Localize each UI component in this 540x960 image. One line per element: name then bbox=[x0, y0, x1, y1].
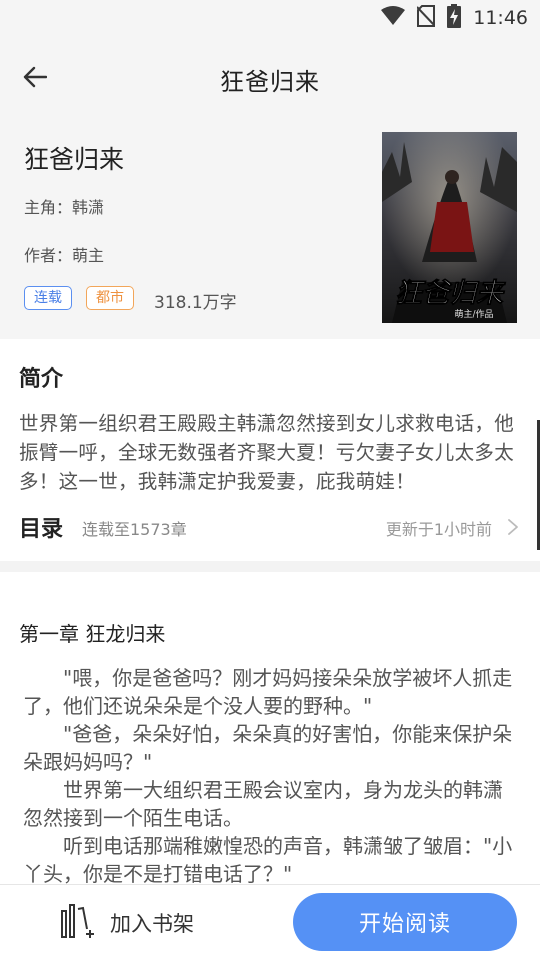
add-to-shelf-label: 加入书架 bbox=[110, 912, 194, 936]
book-author: 作者：萌主 bbox=[24, 246, 105, 265]
page-title: 狂爸归来 bbox=[220, 68, 320, 96]
chapter-preview: 第一章 狂龙归来 "喂，你是爸爸吗？刚才妈妈接朵朵放学被坏人抓走了，他们还说朵朵… bbox=[0, 572, 540, 884]
synopsis-heading: 简介 bbox=[19, 367, 64, 392]
cover-credit-art: 萌主/作品 bbox=[454, 308, 493, 320]
add-to-shelf-button[interactable]: 加入书架 bbox=[60, 901, 194, 945]
chapter-paragraph: "喂，你是爸爸吗？刚才妈妈接朵朵放学被坏人抓走了，他们还说朵朵是个没人要的野种。… bbox=[23, 666, 513, 718]
chapter-body: "喂，你是爸爸吗？刚才妈妈接朵朵放学被坏人抓走了，他们还说朵朵是个没人要的野种。… bbox=[23, 664, 520, 884]
toc-label: 目录 bbox=[19, 517, 64, 542]
status-bar: 11:46 bbox=[0, 0, 540, 36]
start-reading-button[interactable]: 开始阅读 bbox=[293, 893, 517, 951]
toc-update-time: 更新于1小时前 bbox=[385, 520, 492, 539]
chevron-right-icon bbox=[506, 517, 520, 537]
chapter-title: 第一章 狂龙归来 bbox=[19, 622, 166, 646]
word-count: 318.1万字 bbox=[154, 293, 237, 313]
book-title: 狂爸归来 bbox=[24, 145, 125, 174]
status-time: 11:46 bbox=[473, 7, 528, 29]
book-cover[interactable]: 狂爸归来 萌主/作品 bbox=[382, 132, 517, 323]
table-of-contents-row[interactable]: 目录 连载至1573章 更新于1小时前 bbox=[0, 507, 540, 547]
cover-title-art: 狂爸归来 bbox=[395, 278, 506, 309]
section-divider bbox=[0, 561, 540, 572]
status-icons: 11:46 bbox=[381, 4, 528, 32]
tag-genre: 都市 bbox=[86, 286, 134, 310]
toc-chapter-status: 连载至1573章 bbox=[82, 520, 187, 539]
book-protagonist: 主角：韩潇 bbox=[24, 198, 105, 217]
no-sim-icon bbox=[416, 5, 436, 31]
battery-charging-icon bbox=[447, 4, 462, 32]
synopsis-text: 世界第一组织君王殿殿主韩潇忽然接到女儿求救电话，他振臂一呼，全球无数强者齐聚大夏… bbox=[19, 412, 515, 493]
synopsis-section: 简介 世界第一组织君王殿殿主韩潇忽然接到女儿求救电话，他振臂一呼，全球无数强者齐… bbox=[0, 339, 540, 561]
chapter-paragraph: 听到电话那端稚嫩惶恐的声音，韩潇皱了皱眉："小丫头，你是不是打错电话了？" bbox=[23, 834, 513, 884]
bottom-action-bar: 加入书架 开始阅读 bbox=[0, 884, 540, 960]
chapter-paragraph: 世界第一大组织君王殿会议室内，身为龙头的韩潇忽然接到一个陌生电话。 bbox=[23, 778, 503, 830]
bookshelf-add-icon bbox=[60, 901, 96, 945]
chapter-paragraph: "爸爸，朵朵好怕，朵朵真的好害怕，你能来保护朵朵跟妈妈吗？" bbox=[23, 722, 513, 774]
tag-serializing: 连载 bbox=[24, 286, 72, 310]
book-header: 狂爸归来 狂爸归来 主角：韩潇 作者：萌主 连载 都市 318.1万字 狂爸归来… bbox=[0, 36, 540, 339]
wifi-icon bbox=[381, 6, 406, 30]
